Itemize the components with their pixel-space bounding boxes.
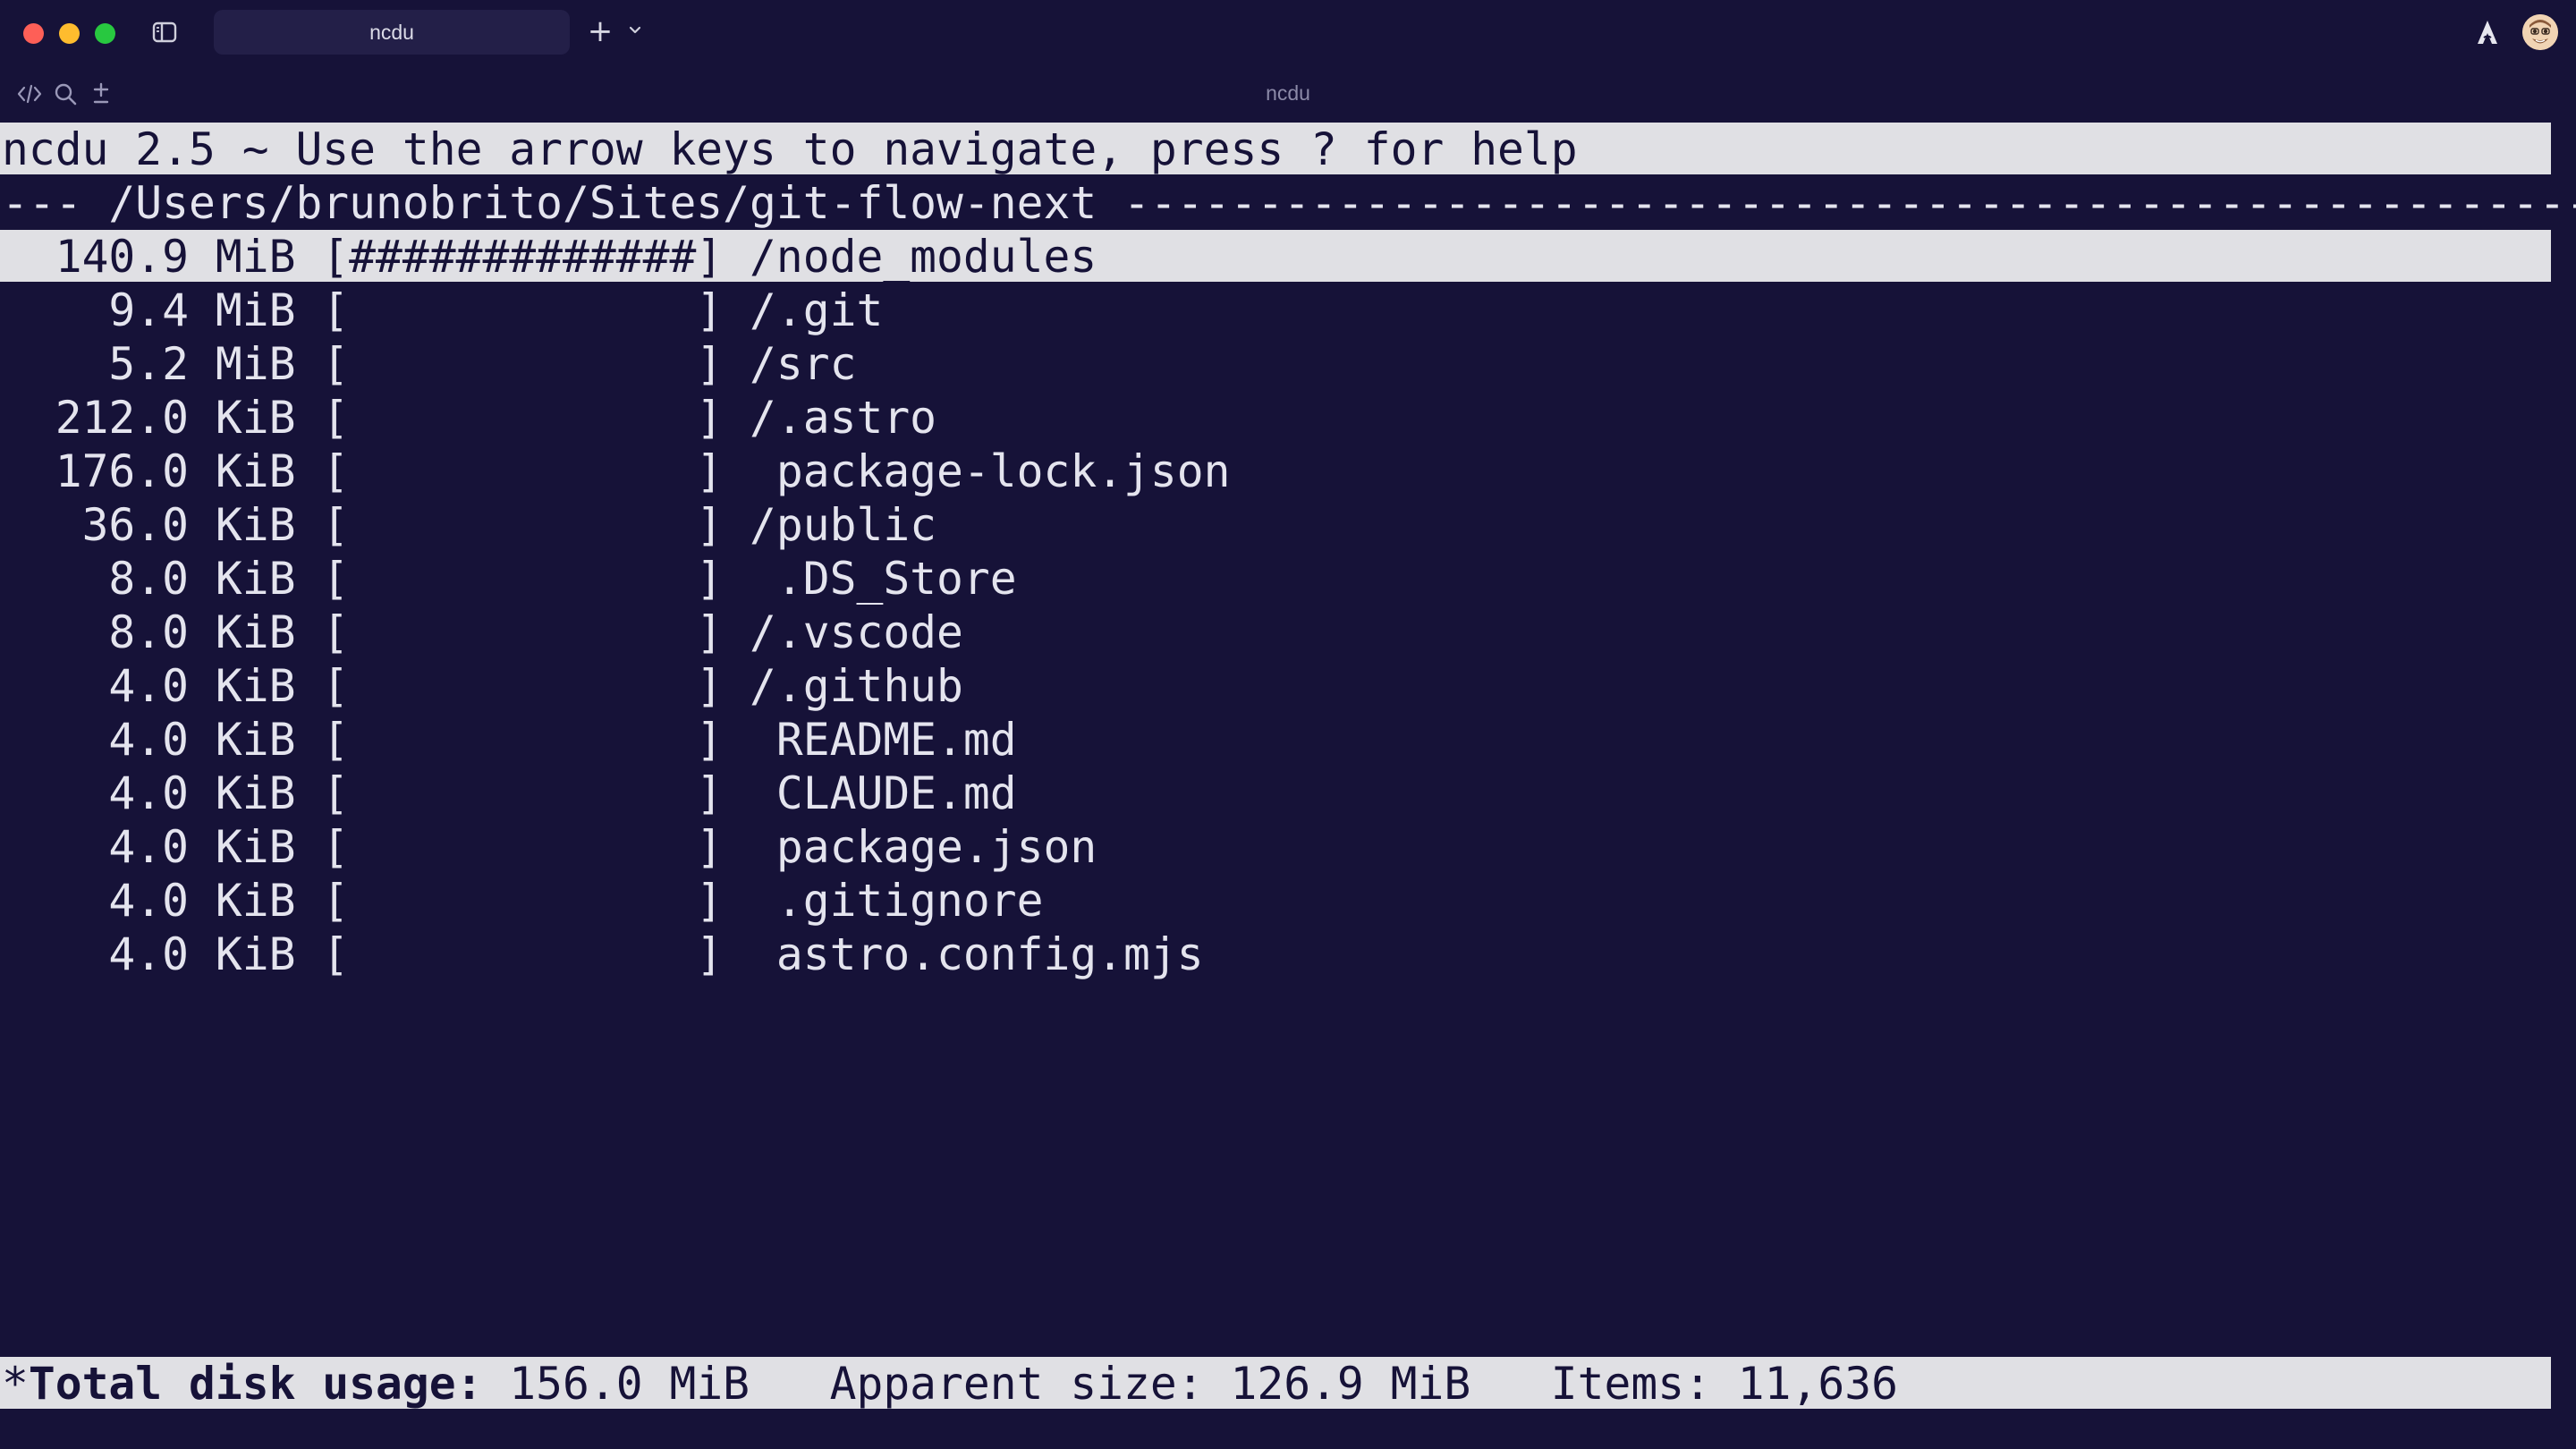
current-path: --- /Users/brunobrito/Sites/git-flow-nex… [2, 177, 2576, 229]
list-item[interactable]: 4.0 KiB [ ] /.github [2, 659, 962, 713]
window-title: ncdu [1266, 81, 1310, 105]
list-item[interactable]: 212.0 KiB [ ] /.astro [2, 391, 936, 445]
tab-ncdu[interactable]: ncdu [214, 10, 570, 55]
total-disk-usage-label: Total disk usage: [28, 1358, 483, 1410]
list-item[interactable]: 36.0 KiB [ ] /public [2, 498, 936, 552]
list-item[interactable]: 4.0 KiB [ ] astro.config.mjs [2, 928, 1203, 981]
close-window-button[interactable] [23, 23, 44, 44]
list-item[interactable]: 176.0 KiB [ ] package-lock.json [2, 445, 1231, 498]
title-bar: ncdu + [0, 0, 2576, 64]
minimize-window-button[interactable] [59, 23, 80, 44]
terminal-window: ncdu + ncdu ncdu 2.5 ~ Use the arrow key… [0, 0, 2576, 1449]
sidebar-toggle-icon[interactable] [152, 21, 177, 43]
list-item[interactable]: 4.0 KiB [ ] README.md [2, 713, 1016, 767]
toolbar: ncdu [0, 68, 2576, 118]
plus-minus-icon[interactable] [88, 80, 114, 107]
tab-title: ncdu [369, 20, 414, 44]
footer-stats: 156.0 MiB Apparent size: 126.9 MiB Items… [482, 1358, 1898, 1410]
list-item[interactable]: 5.2 MiB [ ] /src [2, 337, 856, 391]
list-item[interactable]: 4.0 KiB [ ] package.json [2, 820, 1097, 874]
ncdu-footer: *Total disk usage: 156.0 MiB Apparent si… [2, 1357, 1898, 1411]
footer-prefix: * [2, 1358, 29, 1410]
list-item[interactable]: 140.9 MiB [#############] /node_modules [2, 230, 1097, 284]
zoom-window-button[interactable] [95, 23, 115, 44]
list-item[interactable]: 4.0 KiB [ ] CLAUDE.md [2, 767, 1016, 820]
search-icon[interactable] [52, 80, 79, 107]
list-item[interactable]: 8.0 KiB [ ] /.vscode [2, 606, 962, 659]
avatar[interactable] [2522, 14, 2558, 50]
new-tab-button[interactable]: + [585, 16, 615, 47]
assistant-icon[interactable] [2474, 18, 2501, 47]
list-item[interactable]: 9.4 MiB [ ] /.git [2, 284, 883, 337]
list-item[interactable]: 4.0 KiB [ ] .gitignore [2, 874, 1043, 928]
chevron-down-icon[interactable] [626, 21, 644, 39]
list-item[interactable]: 8.0 KiB [ ] .DS_Store [2, 552, 1016, 606]
ncdu-header: ncdu 2.5 ~ Use the arrow keys to navigat… [2, 123, 1578, 175]
code-icon[interactable] [16, 80, 43, 107]
